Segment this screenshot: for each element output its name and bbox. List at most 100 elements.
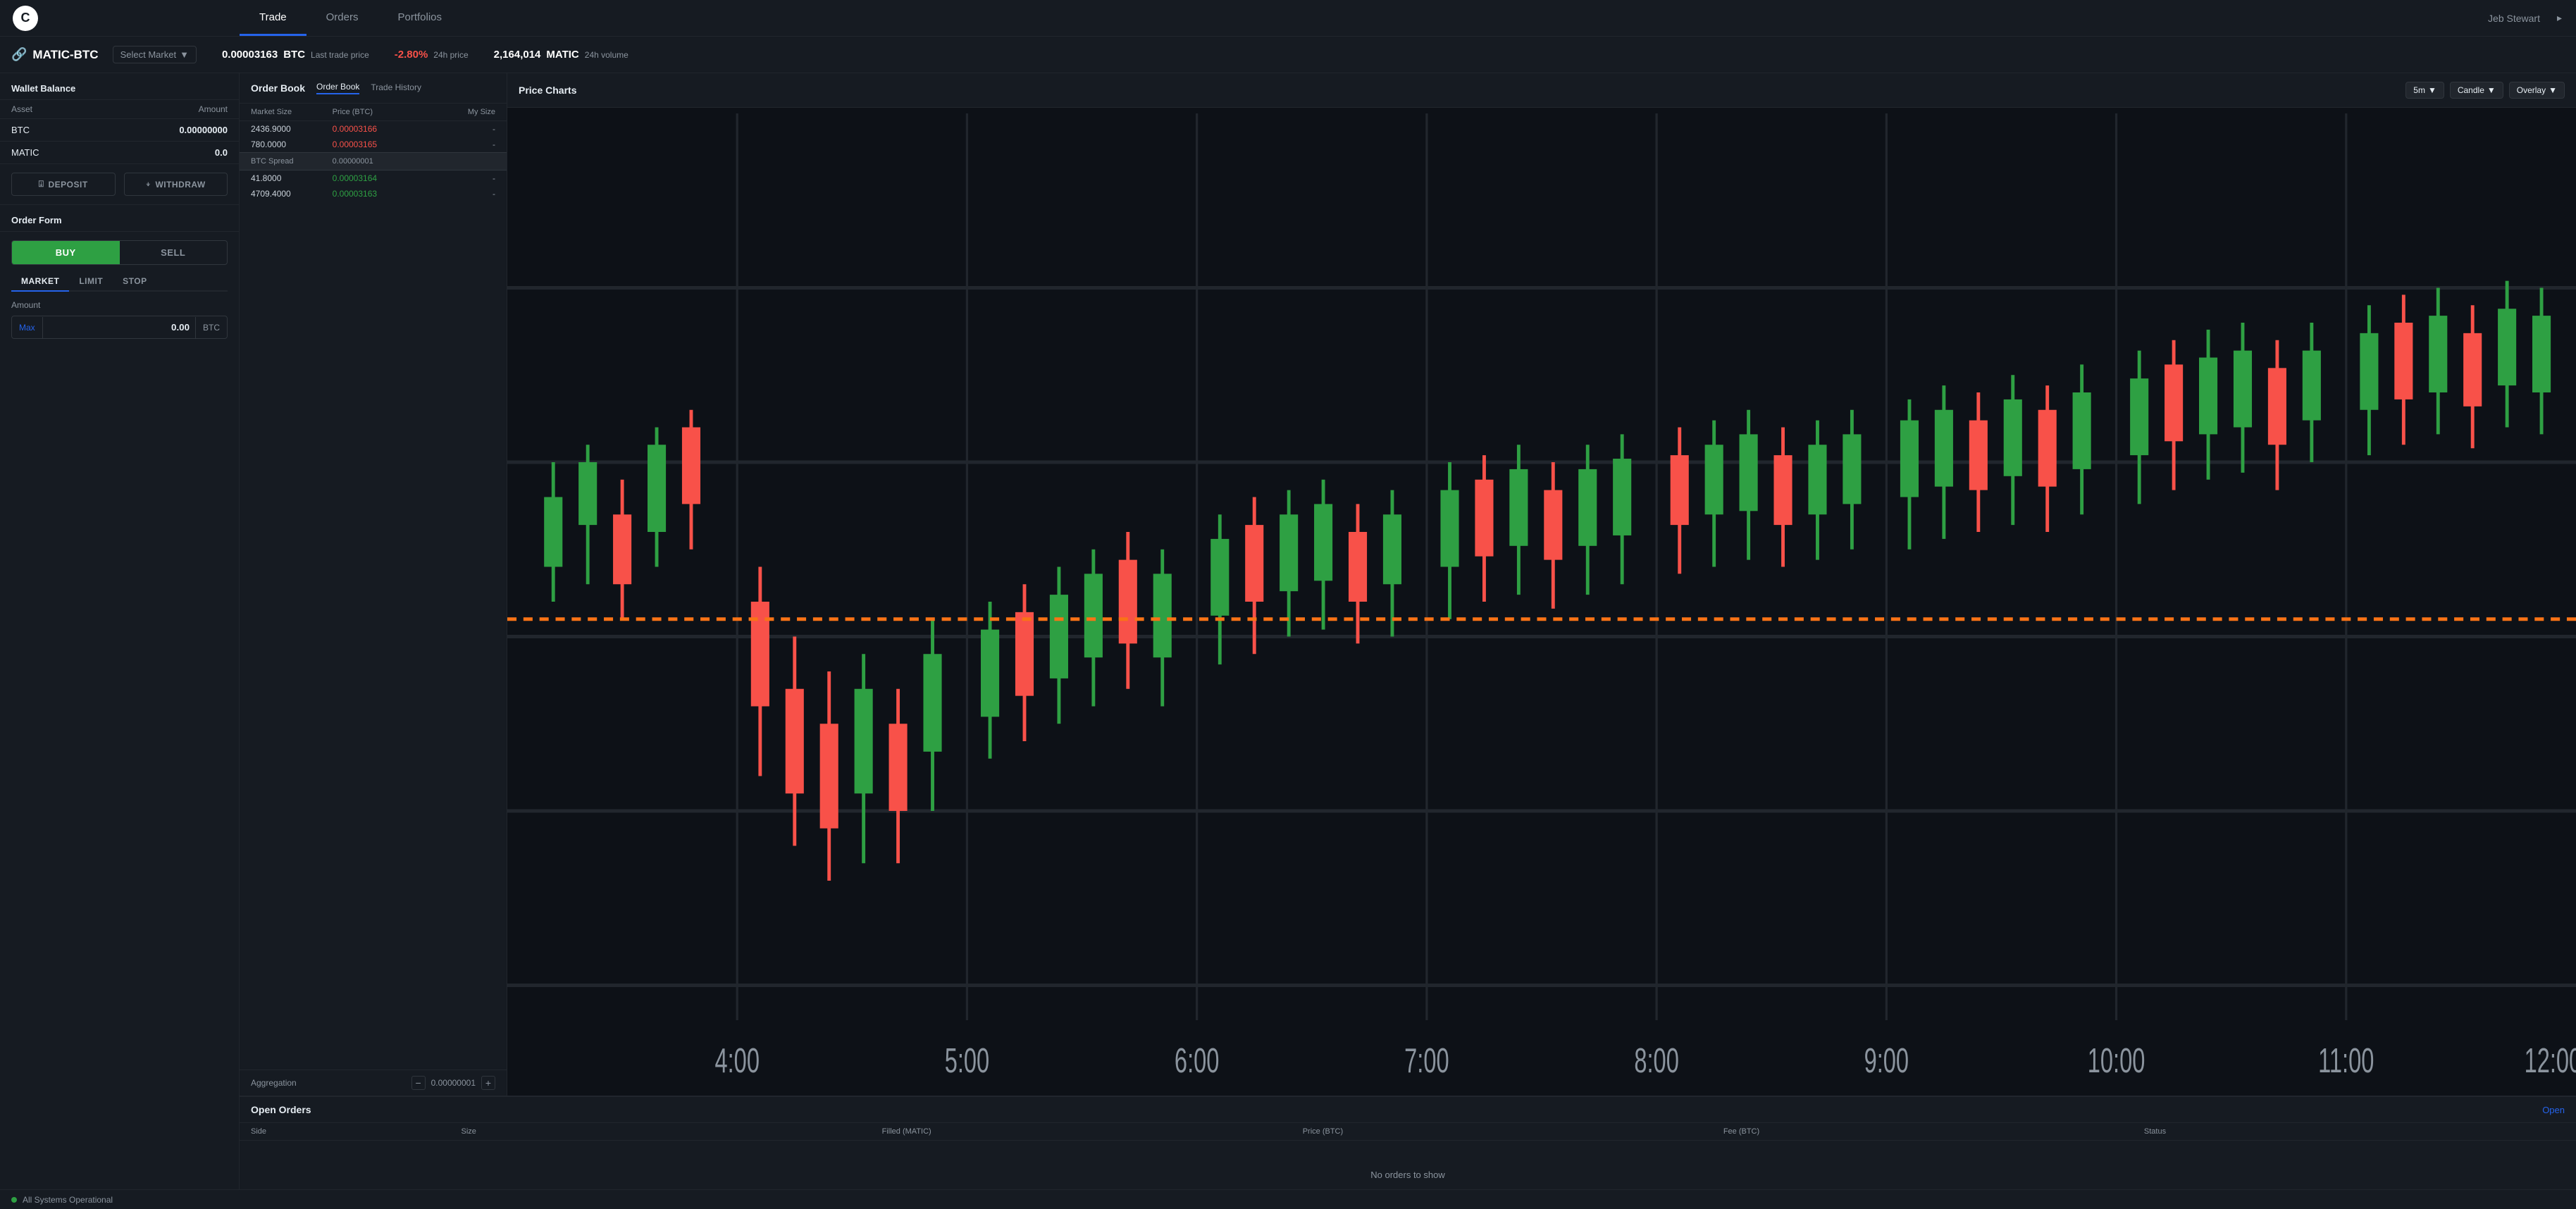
buy-order-price-0: 0.00003164	[333, 173, 414, 183]
asset-col-header: Asset	[0, 100, 99, 119]
open-orders-link[interactable]: Open	[2542, 1105, 2565, 1115]
buy-order-mysize-1: -	[414, 189, 495, 199]
market-symbol-text: MATIC-BTC	[32, 48, 98, 62]
aggregation-increase-button[interactable]: +	[481, 1076, 495, 1090]
buy-order-row-0[interactable]: 41.8000 0.00003164 -	[240, 170, 507, 186]
change-24h-value: -2.80%	[395, 49, 428, 61]
chevron-down-icon: ▼	[2487, 85, 2496, 95]
amount-input-row: Max BTC	[11, 316, 228, 339]
asset-table: Asset Amount BTC 0.00000000 MATIC 0.0	[0, 100, 239, 164]
select-market-button[interactable]: Select Market ▼	[113, 46, 197, 63]
order-type-market[interactable]: MARKET	[11, 272, 69, 292]
chevron-down-icon: ▼	[180, 49, 189, 60]
sell-order-row-0[interactable]: 2436.9000 0.00003166 -	[240, 121, 507, 137]
spread-value: 0.00000001	[333, 157, 414, 166]
nav-tab-portfolios[interactable]: Portfolios	[378, 0, 462, 36]
volume-24h-currency: MATIC	[546, 49, 578, 61]
buy-order-price-1: 0.00003163	[333, 189, 414, 199]
candlestick-chart: 4:00 5:00 6:00 7:00 8:00 9:00 10:00 11:0…	[507, 113, 2576, 1090]
deposit-icon: ⍗	[39, 179, 44, 190]
nav-expand-icon[interactable]: ▸	[2557, 12, 2562, 24]
chevron-down-icon: ▼	[2549, 85, 2557, 95]
buy-order-size-1: 4709.4000	[251, 189, 333, 199]
chart-type-dropdown[interactable]: Candle ▼	[2450, 82, 2503, 99]
order-type-stop[interactable]: STOP	[113, 272, 156, 292]
charts-controls: 5m ▼ Candle ▼ Overlay ▼	[2405, 82, 2565, 99]
amount-input[interactable]	[43, 316, 195, 338]
nav-tab-trade[interactable]: Trade	[240, 0, 306, 36]
open-orders-col-headers: Side Size Filled (MATIC) Price (BTC) Fee…	[240, 1123, 2576, 1141]
aggregation-label: Aggregation	[251, 1078, 297, 1088]
sell-order-price-0: 0.00003166	[333, 124, 414, 134]
asset-row-btc: BTC 0.00000000	[0, 119, 239, 142]
withdraw-button[interactable]: ⍖ WITHDRAW	[124, 173, 228, 196]
app-logo[interactable]: C	[13, 6, 38, 31]
sell-order-size-1: 780.0000	[251, 140, 333, 149]
status-text: All Systems Operational	[23, 1195, 113, 1205]
market-bar: 🔗 MATIC-BTC Select Market ▼ 0.00003163 B…	[0, 37, 2576, 73]
order-type-tabs: MARKET LIMIT STOP	[11, 272, 228, 292]
sell-order-row-1[interactable]: 780.0000 0.00003165 -	[240, 137, 507, 152]
status-dot	[11, 1197, 17, 1203]
order-book-tab-history[interactable]: Trade History	[371, 82, 421, 94]
amount-max-link[interactable]: Max	[12, 317, 43, 338]
price-charts-panel: Price Charts 5m ▼ Candle ▼ Overlay ▼	[507, 73, 2576, 1096]
logo-area: C	[0, 6, 240, 31]
withdraw-icon: ⍖	[146, 179, 151, 190]
col-filled: Filled (MATIC)	[882, 1127, 1303, 1136]
chart-area: 4:00 5:00 6:00 7:00 8:00 9:00 10:00 11:0…	[507, 108, 2576, 1096]
amount-label: Amount	[0, 292, 239, 313]
nav-tabs: Trade Orders Portfolios	[240, 0, 2474, 36]
buy-tab[interactable]: BUY	[12, 241, 120, 264]
last-trade-price-value: 0.00003163	[222, 49, 278, 61]
market-symbol: 🔗 MATIC-BTC	[11, 47, 99, 62]
time-period-dropdown[interactable]: 5m ▼	[2405, 82, 2444, 99]
svg-text:8:00: 8:00	[1634, 1041, 1678, 1079]
aggregation-row: Aggregation − 0.00000001 +	[240, 1070, 507, 1096]
sell-order-size-0: 2436.9000	[251, 124, 333, 134]
last-trade-price-label: Last trade price	[311, 50, 369, 60]
wallet-balance-title: Wallet Balance	[0, 73, 239, 100]
aggregation-value: 0.00000001	[431, 1078, 476, 1088]
order-book-tab-orderbook[interactable]: Order Book	[316, 82, 359, 94]
col-price: Price (BTC)	[333, 108, 414, 116]
charts-header: Price Charts 5m ▼ Candle ▼ Overlay ▼	[507, 73, 2576, 108]
order-book-title: Order Book	[251, 82, 305, 94]
spread-label: BTC Spread	[251, 157, 333, 166]
amount-currency: BTC	[195, 317, 227, 338]
wallet-btn-row: ⍗ DEPOSIT ⍖ WITHDRAW	[0, 164, 239, 204]
svg-text:12:00: 12:00	[2525, 1041, 2576, 1079]
asset-name-btc: BTC	[0, 119, 99, 142]
status-bar: All Systems Operational	[0, 1189, 2576, 1209]
col-side: Side	[251, 1127, 462, 1136]
asset-name-matic: MATIC	[0, 142, 99, 164]
deposit-button[interactable]: ⍗ DEPOSIT	[11, 173, 116, 196]
order-book-col-headers: Market Size Price (BTC) My Size	[240, 104, 507, 121]
change-24h-stat: -2.80% 24h price	[395, 49, 469, 61]
volume-24h-label: 24h volume	[585, 50, 628, 60]
asset-row-matic: MATIC 0.0	[0, 142, 239, 164]
svg-text:9:00: 9:00	[1864, 1041, 1909, 1079]
sell-tab[interactable]: SELL	[120, 241, 228, 264]
market-link-icon: 🔗	[11, 47, 27, 62]
buy-order-row-1[interactable]: 4709.4000 0.00003163 -	[240, 186, 507, 202]
charts-title: Price Charts	[519, 85, 576, 96]
chevron-down-icon: ▼	[2428, 85, 2436, 95]
svg-text:10:00: 10:00	[2088, 1041, 2145, 1079]
svg-text:7:00: 7:00	[1404, 1041, 1449, 1079]
order-type-limit[interactable]: LIMIT	[69, 272, 113, 292]
volume-24h-stat: 2,164,014 MATIC 24h volume	[494, 49, 628, 61]
aggregation-decrease-button[interactable]: −	[411, 1076, 426, 1090]
sell-order-price-1: 0.00003165	[333, 140, 414, 149]
main-layout: Wallet Balance Asset Amount BTC 0.000000…	[0, 73, 2576, 1209]
svg-text:11:00: 11:00	[2318, 1041, 2374, 1079]
col-fee: Fee (BTC)	[1723, 1127, 2144, 1136]
overlay-dropdown[interactable]: Overlay ▼	[2509, 82, 2565, 99]
open-orders-title: Open Orders	[251, 1104, 311, 1115]
nav-tab-orders[interactable]: Orders	[306, 0, 378, 36]
user-name[interactable]: Jeb Stewart	[2488, 13, 2540, 24]
buy-order-mysize-0: -	[414, 173, 495, 183]
col-market-size: Market Size	[251, 108, 333, 116]
right-content: Order Book Order Book Trade History Mark…	[240, 73, 2576, 1209]
svg-text:4:00: 4:00	[714, 1041, 759, 1079]
